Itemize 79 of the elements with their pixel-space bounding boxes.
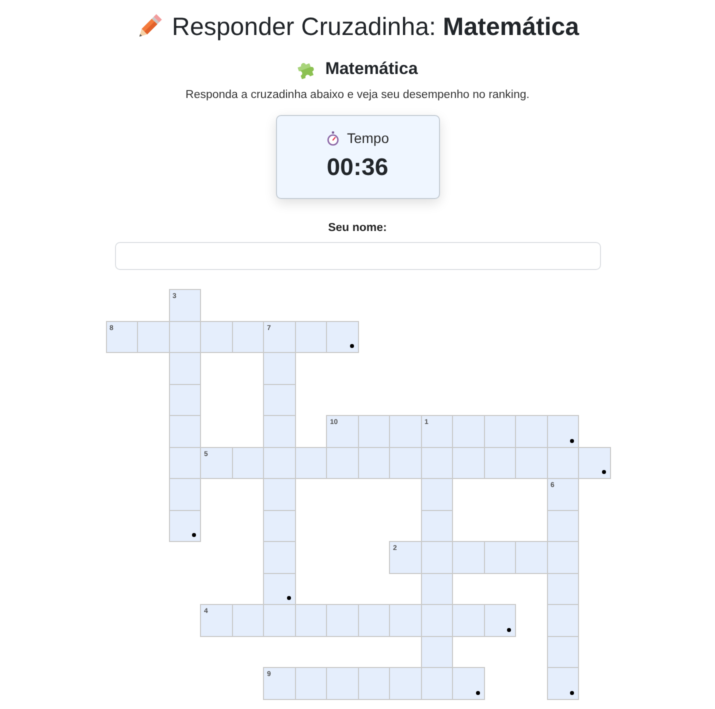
letter-box[interactable]	[358, 415, 390, 448]
letter-box[interactable]	[200, 320, 232, 353]
letter-box[interactable]	[168, 415, 201, 448]
letter-box[interactable]	[420, 541, 453, 574]
dot-icon	[570, 690, 574, 694]
page-title: Responder Cruzadinha: Matemática	[172, 12, 580, 42]
letter-box[interactable]	[389, 415, 422, 448]
letter-box[interactable]	[137, 320, 170, 353]
letter-box[interactable]	[263, 446, 296, 479]
letter-box[interactable]	[420, 636, 453, 668]
timer-label: Tempo	[346, 130, 390, 146]
letter-box[interactable]	[168, 510, 201, 542]
letter-box[interactable]	[546, 510, 579, 542]
dot-icon	[602, 470, 606, 474]
letter-box[interactable]	[484, 415, 516, 448]
letter-box[interactable]	[263, 384, 296, 416]
letter-box[interactable]	[263, 604, 296, 636]
letter-box[interactable]	[546, 604, 579, 636]
letter-box[interactable]	[326, 320, 358, 353]
letter-box[interactable]	[326, 667, 358, 700]
letter-box[interactable]	[168, 446, 201, 479]
dot-icon	[350, 344, 354, 348]
letter-box[interactable]	[452, 446, 484, 479]
description: Responda a cruzadinha abaixo e veja seu desempenho no ranking.	[186, 88, 530, 103]
letter-box[interactable]	[546, 667, 579, 700]
letter-box[interactable]	[546, 541, 579, 574]
letter-box[interactable]	[263, 572, 296, 605]
letter-box[interactable]	[389, 446, 422, 479]
letter-box[interactable]	[452, 667, 484, 700]
letter-box[interactable]	[232, 604, 264, 636]
letter-box[interactable]	[358, 604, 390, 636]
letter-box[interactable]	[294, 446, 327, 479]
letter-box[interactable]	[515, 541, 548, 574]
letter-box[interactable]	[420, 667, 453, 700]
letter-box[interactable]	[168, 478, 201, 510]
stopwatch-icon	[326, 130, 340, 146]
letter-box[interactable]	[420, 572, 453, 605]
letter-box[interactable]	[546, 636, 579, 668]
letter-box[interactable]	[484, 446, 516, 479]
name-label: Seu nome:	[328, 221, 387, 236]
dot-icon	[570, 438, 574, 442]
letter-box[interactable]	[232, 320, 264, 353]
letter-box[interactable]	[452, 541, 484, 574]
letter-box[interactable]	[263, 510, 296, 542]
timer-value: 00:36	[326, 153, 388, 183]
dot-icon	[476, 690, 480, 694]
letter-box[interactable]	[358, 667, 390, 700]
letter-box[interactable]	[420, 478, 453, 510]
dot-icon	[507, 628, 511, 632]
letter-box[interactable]	[515, 446, 548, 479]
letter-box[interactable]	[326, 604, 358, 636]
letter-box[interactable]	[294, 604, 327, 636]
letter-box[interactable]	[420, 604, 453, 636]
name-input[interactable]	[114, 242, 600, 270]
dot-icon	[286, 596, 290, 600]
letter-box[interactable]	[263, 541, 296, 574]
letter-box[interactable]	[232, 446, 264, 479]
letter-box[interactable]	[515, 415, 548, 448]
letter-box[interactable]	[358, 446, 390, 479]
dot-icon	[192, 533, 196, 537]
letter-box[interactable]	[263, 352, 296, 384]
letter-box[interactable]	[389, 604, 422, 636]
letter-box[interactable]	[168, 352, 201, 384]
letter-box[interactable]	[326, 446, 358, 479]
letter-box[interactable]	[484, 604, 516, 636]
letter-box[interactable]	[484, 541, 516, 574]
letter-box[interactable]	[578, 446, 610, 479]
letter-box[interactable]	[546, 572, 579, 605]
letter-box[interactable]	[389, 667, 422, 700]
letter-box[interactable]	[168, 384, 201, 416]
letter-box[interactable]	[263, 415, 296, 448]
letter-box[interactable]	[546, 415, 579, 448]
letter-box[interactable]	[452, 415, 484, 448]
letter-box[interactable]	[420, 510, 453, 542]
letter-box[interactable]	[263, 478, 296, 510]
letter-box[interactable]	[294, 667, 327, 700]
letter-box[interactable]	[452, 604, 484, 636]
letter-box[interactable]	[294, 320, 327, 353]
subtitle: Matemática	[325, 59, 418, 79]
